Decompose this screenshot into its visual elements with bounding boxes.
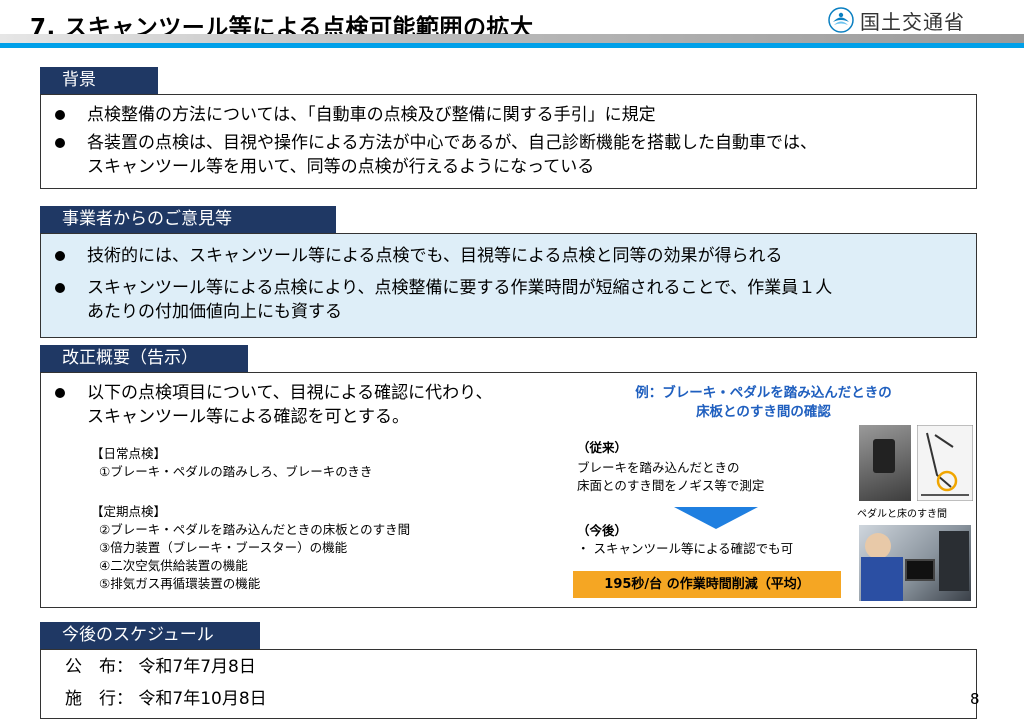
section-label-opinions: 事業者からのご意見等 [40,206,336,233]
section-label-schedule: 今後のスケジュール [40,622,260,649]
slide-header: 7. スキャンツール等による点検可能範囲の拡大 国土交通省 [0,0,1024,48]
section-label-revision: 改正概要（告示） [40,345,248,372]
promulgation-label: 公 布： [65,657,133,677]
example-title: 例：ブレーキ・ペダルを踏み込んだときの 床板とのすき間の確認 [635,385,892,420]
bullet-dot [55,283,65,293]
bullet-dot [55,388,65,398]
background-box: 点検整備の方法については、「自動車の点検及び整備に関する手引」に規定 各装置の点… [40,94,977,189]
pedal-gap-diagram-icon [917,425,973,501]
promulgation-line: 公 布： 令和7年7月8日 [65,656,256,678]
promulgation-date: 令和7年7月8日 [138,657,256,677]
revision-bullet: 以下の点検項目について、目視による確認に代わり、 スキャンツール等による確認を可と… [41,381,601,429]
before-heading: （従来） [577,440,628,455]
revision-box: 以下の点検項目について、目視による確認に代わり、 スキャンツール等による確認を可と… [40,372,977,608]
time-reduction-badge: 195秒/台 の作業時間削減（平均） [573,571,841,598]
after-line: ・ スキャンツール等による確認でも可 [577,541,794,556]
opinions-bullet-2: スキャンツール等による点検により、点検整備に要する作業時間が短縮されることで、作… [41,276,976,324]
daily-item-1: ①ブレーキ・ペダルの踏みしろ、ブレーキのきき [99,464,373,479]
section-label-background: 背景 [40,67,158,94]
before-line-1: ブレーキを踏み込んだときの [577,460,740,475]
enforcement-label: 施 行： [65,689,133,709]
pedal-photo [859,425,911,501]
periodic-inspection-heading: 【定期点検】 [91,504,167,519]
after-heading: （今後） [577,523,628,538]
bullet-dot [55,110,65,120]
page-number: 8 [970,690,980,708]
periodic-item-4: ④二次空気供給装置の機能 [99,558,248,573]
opinions-bullet-1: 技術的には、スキャンツール等による点検でも、目視等による点検と同等の効果が得られ… [41,244,976,268]
mlit-logo-icon [828,7,854,33]
header-rule-gray [0,34,1024,43]
logo-text: 国土交通省 [860,9,965,34]
enforcement-date: 令和7年10月8日 [138,689,267,709]
mlit-logo: 国土交通省 [828,6,965,34]
bullet-dot [55,251,65,261]
periodic-item-5: ⑤排気ガス再循環装置の機能 [99,576,261,591]
periodic-item-3: ③倍力装置（ブレーキ・ブースター）の機能 [99,540,348,555]
scan-tool-photo [859,525,971,601]
background-bullet-1: 点検整備の方法については、「自動車の点検及び整備に関する手引」に規定 [41,103,976,127]
schedule-box: 公 布： 令和7年7月8日 施 行： 令和7年10月8日 [40,649,977,719]
before-line-2: 床面とのすき間をノギス等で測定 [577,478,765,493]
periodic-item-2: ②ブレーキ・ペダルを踏み込んだときの床板とのすき間 [99,522,411,537]
background-bullet-2: 各装置の点検は、目視や操作による方法が中心であるが、自己診断機能を搭載した自動車… [41,131,976,179]
enforcement-line: 施 行： 令和7年10月8日 [65,688,267,710]
photo-caption: ペダルと床のすき間 [857,509,947,520]
bullet-dot [55,138,65,148]
daily-inspection-heading: 【日常点検】 [91,446,167,461]
header-rule-blue [0,43,1024,48]
opinions-box: 技術的には、スキャンツール等による点検でも、目視等による点検と同等の効果が得られ… [40,233,977,338]
down-arrow-icon [674,507,758,529]
